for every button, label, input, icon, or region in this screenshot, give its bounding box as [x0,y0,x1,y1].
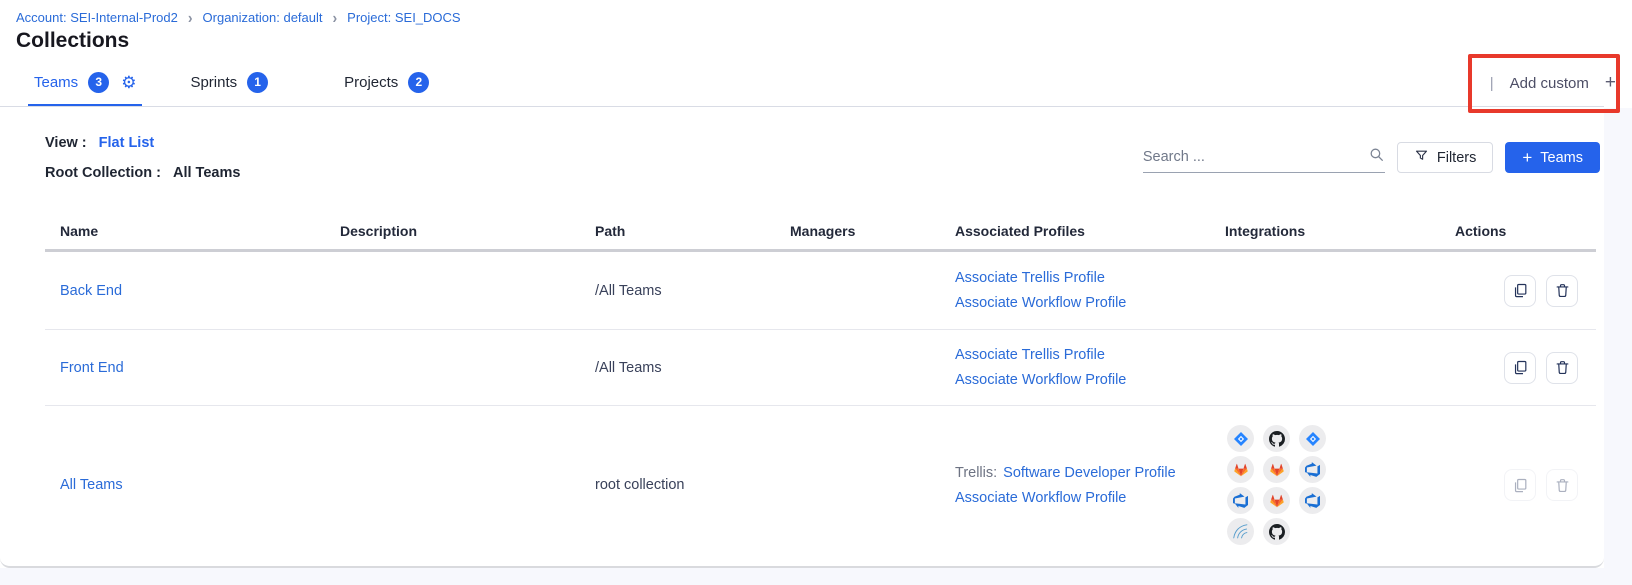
github-icon [1263,425,1290,452]
page-title: Collections [16,29,129,53]
azure-devops-icon [1299,456,1326,483]
integrations-cell [1225,252,1455,329]
chevron-right-icon: › [188,8,193,26]
add-custom-button[interactable]: | Add custom + [1490,60,1616,106]
sonarqube-icon [1227,518,1254,545]
col-header-integrations: Integrations [1225,223,1455,239]
search-icon [1368,146,1385,168]
tab-teams-count-badge: 3 [88,72,109,93]
copy-button[interactable] [1504,275,1536,307]
table-row: Back End /All Teams Associate Trellis Pr… [45,252,1596,330]
collections-table: Name Description Path Managers Associate… [45,212,1596,564]
breadcrumb-project[interactable]: Project: SEI_DOCS [347,10,460,25]
col-header-description: Description [340,223,595,239]
collection-name-link[interactable]: Front End [60,360,124,376]
search-input[interactable] [1143,149,1368,165]
plus-icon: + [1605,72,1616,94]
integrations-icon-grid [1225,425,1326,545]
associate-workflow-profile-link[interactable]: Associate Workflow Profile [955,490,1126,506]
associated-profiles-cell: Associate Trellis Profile Associate Work… [955,330,1225,405]
view-label: View : [45,135,87,151]
path-cell: root collection [595,406,790,564]
tab-sprints-count-badge: 1 [247,72,268,93]
vertical-divider: | [1490,75,1494,92]
associate-trellis-profile-link[interactable]: Associate Trellis Profile [955,347,1105,363]
add-teams-button[interactable]: + Teams [1505,142,1600,173]
collections-page: Account: SEI-Internal-Prod2 › Organizati… [0,0,1632,585]
collections-card: View : Flat List Root Collection : All T… [0,107,1604,568]
description-cell [340,406,595,564]
tab-sprints[interactable]: Sprints 1 [184,60,274,107]
gitlab-icon [1263,487,1290,514]
actions-cell [1455,406,1596,564]
actions-cell [1455,252,1596,329]
tab-projects[interactable]: Projects 2 [338,60,435,107]
integrations-cell [1225,406,1455,564]
gitlab-icon [1263,456,1290,483]
azure-devops-icon [1227,487,1254,514]
trellis-profile-link[interactable]: Software Developer Profile [1003,465,1175,481]
tab-sprints-label: Sprints [190,74,237,91]
plus-icon: + [1522,149,1532,166]
tab-teams-label: Teams [34,74,78,91]
delete-button[interactable] [1546,352,1578,384]
table-row: All Teams root collection Trellis: Softw… [45,406,1596,564]
managers-cell [790,330,955,405]
azure-devops-icon [1299,487,1326,514]
col-header-name: Name [60,223,340,239]
table-controls: Filters + Teams [1143,142,1600,173]
associated-profiles-cell: Trellis: Software Developer Profile Asso… [955,406,1225,564]
collection-name-link[interactable]: Back End [60,283,122,299]
view-flat-list-link[interactable]: Flat List [99,135,155,151]
managers-cell [790,406,955,564]
jira-icon [1227,425,1254,452]
github-icon [1263,518,1290,545]
col-header-associated-profiles: Associated Profiles [955,223,1225,239]
search-box [1143,143,1385,173]
jira-icon [1299,425,1326,452]
tab-projects-label: Projects [344,74,398,91]
description-cell [340,252,595,329]
filters-button[interactable]: Filters [1397,142,1493,173]
delete-button[interactable] [1546,275,1578,307]
path-cell: /All Teams [595,330,790,405]
gear-icon[interactable]: ⚙ [121,74,136,91]
gitlab-icon [1227,456,1254,483]
integrations-cell [1225,330,1455,405]
right-background-strip [1604,108,1632,585]
associate-workflow-profile-link[interactable]: Associate Workflow Profile [955,372,1126,388]
tab-projects-count-badge: 2 [408,72,429,93]
copy-button[interactable] [1504,352,1536,384]
funnel-icon [1414,148,1429,167]
add-custom-label: Add custom [1510,75,1589,92]
associate-trellis-profile-link[interactable]: Associate Trellis Profile [955,270,1105,286]
actions-cell [1455,330,1596,405]
col-header-managers: Managers [790,223,955,239]
col-header-actions: Actions [1455,223,1596,239]
root-collection-label: Root Collection : [45,165,161,181]
description-cell [340,330,595,405]
delete-button [1546,469,1578,501]
copy-button [1504,469,1536,501]
table-row: Front End /All Teams Associate Trellis P… [45,330,1596,406]
managers-cell [790,252,955,329]
associated-profiles-cell: Associate Trellis Profile Associate Work… [955,252,1225,329]
associate-workflow-profile-link[interactable]: Associate Workflow Profile [955,295,1126,311]
bottom-background-strip [0,568,1604,585]
collection-name-link[interactable]: All Teams [60,477,123,493]
filters-label: Filters [1437,150,1476,166]
trellis-prefix: Trellis: [955,465,997,481]
tab-bar: Teams 3 ⚙ Sprints 1 Projects 2 | Add cus… [0,60,1632,107]
path-cell: /All Teams [595,252,790,329]
root-collection-value: All Teams [173,165,240,181]
breadcrumb: Account: SEI-Internal-Prod2 › Organizati… [16,9,461,25]
table-header-row: Name Description Path Managers Associate… [45,212,1596,252]
col-header-path: Path [595,223,790,239]
chevron-right-icon: › [333,8,338,26]
breadcrumb-account[interactable]: Account: SEI-Internal-Prod2 [16,10,178,25]
breadcrumb-organization[interactable]: Organization: default [203,10,323,25]
tab-teams[interactable]: Teams 3 ⚙ [28,60,142,107]
add-teams-label: Teams [1540,150,1583,166]
